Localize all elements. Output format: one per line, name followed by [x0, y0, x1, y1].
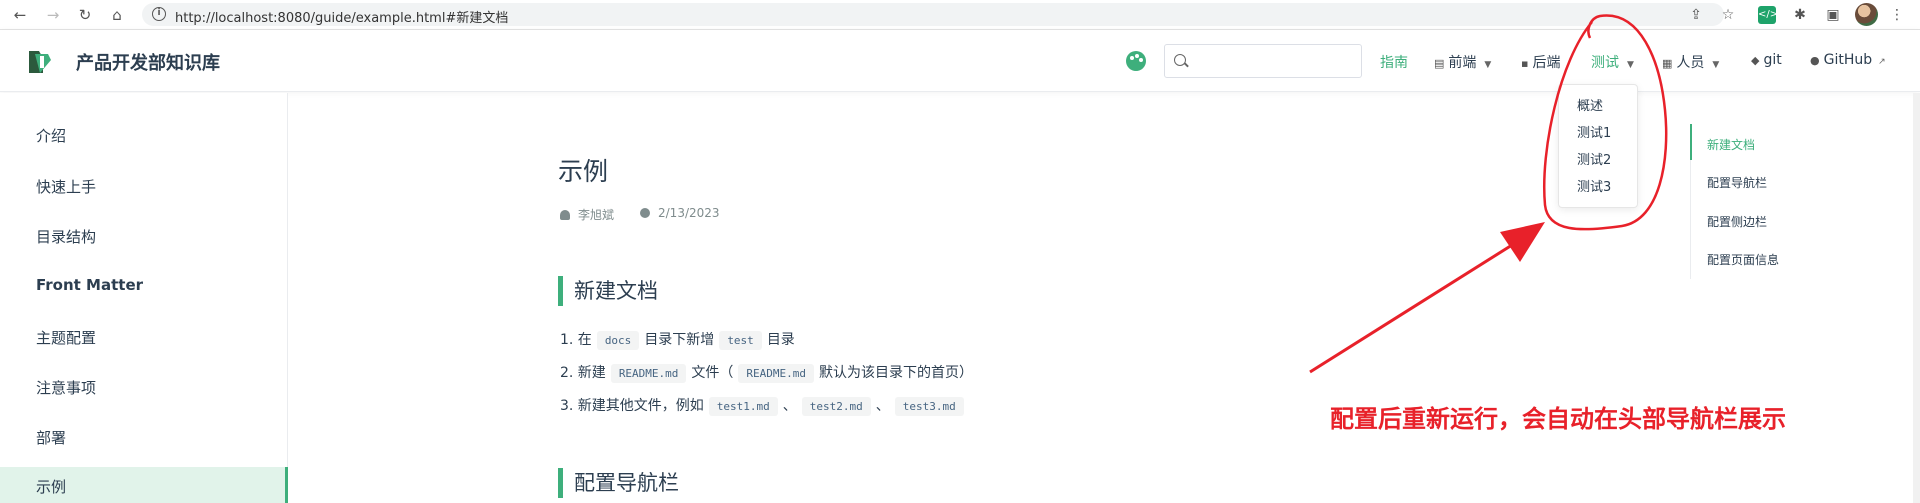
- nav-guide[interactable]: 指南: [1380, 52, 1408, 72]
- menu-kebab-icon[interactable]: ⋮: [1887, 5, 1907, 25]
- user-icon: [560, 210, 570, 220]
- toc-item-config-page-info[interactable]: 配置页面信息: [1707, 251, 1779, 268]
- inline-code: test1.md: [708, 397, 778, 416]
- nav-test[interactable]: 测试 ▼: [1591, 52, 1634, 72]
- sidebar-item-quickstart[interactable]: 快速上手: [36, 176, 96, 197]
- palette-icon[interactable]: [1126, 51, 1146, 71]
- toc-item-config-nav[interactable]: 配置导航栏: [1707, 174, 1767, 191]
- toc-item-config-sidebar[interactable]: 配置侧边栏: [1707, 213, 1767, 230]
- list-item: 3. 新建其他文件，例如 test1.md、 test2.md、 test3.md: [560, 395, 969, 416]
- inline-code: docs: [596, 331, 640, 350]
- nav-backend[interactable]: ▪ 后端: [1521, 52, 1560, 72]
- table-of-contents: 新建文档 配置导航栏 配置侧边栏 配置页面信息: [1690, 124, 1810, 279]
- caret-down-icon: ▼: [1627, 60, 1634, 70]
- external-link-icon: ↗: [1878, 57, 1886, 67]
- caret-down-icon: ▼: [1712, 60, 1720, 70]
- caret-down-icon: ▼: [1484, 60, 1492, 70]
- page-scrollbar[interactable]: [1913, 93, 1920, 503]
- grid-icon: ▦: [1662, 57, 1673, 70]
- dropdown-item-test1[interactable]: 测试1: [1577, 122, 1611, 141]
- sidebar-item-deploy[interactable]: 部署: [36, 427, 66, 448]
- code-icon: ▪: [1521, 57, 1529, 70]
- sidebar: 介绍 快速上手 目录结构 Front Matter 主题配置 注意事项 部署 示…: [0, 93, 288, 503]
- section-heading-config-nav: 配置导航栏: [558, 468, 679, 498]
- list-item: 2. 新建 README.md 文件（ README.md 默认为该目录下的首页）: [560, 364, 974, 383]
- sidebar-item-example[interactable]: 示例: [0, 467, 288, 503]
- inline-code: README.md: [738, 364, 815, 383]
- back-icon[interactable]: ←: [10, 5, 30, 25]
- home-icon[interactable]: ⌂: [107, 5, 127, 25]
- clock-icon: [640, 208, 650, 218]
- annotation-arrow-line: [1309, 238, 1521, 374]
- inline-code: README.md: [610, 364, 687, 383]
- author-meta: 李旭斌: [560, 206, 614, 223]
- nav-git[interactable]: ◆ git: [1751, 52, 1782, 68]
- sidebar-item-intro[interactable]: 介绍: [36, 125, 66, 146]
- search-input[interactable]: [1164, 44, 1362, 78]
- test-dropdown-menu: 概述 测试1 测试2 测试3: [1558, 84, 1638, 208]
- side-panel-icon[interactable]: ▣: [1823, 5, 1843, 25]
- dropdown-item-test2[interactable]: 测试2: [1577, 149, 1611, 168]
- forward-icon[interactable]: →: [43, 5, 63, 25]
- nav-people[interactable]: ▦ 人员 ▼: [1662, 52, 1719, 72]
- sidebar-item-structure[interactable]: 目录结构: [36, 226, 96, 247]
- toc-active-indicator: [1690, 124, 1692, 160]
- toc-item-new-doc[interactable]: 新建文档: [1707, 136, 1755, 153]
- reload-icon[interactable]: ↻: [75, 5, 95, 25]
- bookmark-star-icon[interactable]: ☆: [1718, 5, 1738, 25]
- annotation-arrow-head: [1500, 222, 1545, 262]
- share-icon[interactable]: ⇪: [1686, 5, 1706, 25]
- page-title: 示例: [558, 157, 609, 186]
- inline-code: test2.md: [801, 397, 871, 416]
- github-icon: ●: [1810, 54, 1820, 67]
- site-navbar: 产品开发部知识库 指南 ▤ 前端 ▼ ▪ 后端 测试 ▼ ▦ 人员 ▼ ◆ git ● GitH…: [0, 30, 1920, 92]
- dropdown-item-test3[interactable]: 测试3: [1577, 176, 1611, 195]
- browser-toolbar: ← → ↻ ⌂ i http://localhost:8080/guide/ex…: [0, 0, 1920, 30]
- site-info-icon[interactable]: i: [152, 7, 166, 21]
- list-item: 1. 在 docs 目录下新增 test 目录: [560, 331, 795, 350]
- profile-avatar[interactable]: [1855, 3, 1878, 26]
- nav-frontend[interactable]: ▤ 前端 ▼: [1434, 52, 1491, 72]
- sidebar-item-label: 示例: [36, 478, 67, 496]
- site-logo[interactable]: [26, 48, 54, 76]
- inline-code: test3.md: [894, 397, 964, 416]
- diamond-icon: ◆: [1751, 54, 1760, 67]
- dropdown-item-overview[interactable]: 概述: [1577, 95, 1603, 114]
- address-bar[interactable]: i http://localhost:8080/guide/example.ht…: [142, 3, 1724, 26]
- sidebar-item-front-matter[interactable]: Front Matter: [36, 276, 143, 294]
- address-url[interactable]: http://localhost:8080/guide/example.html…: [175, 7, 508, 26]
- annotation-text: 配置后重新运行，会自动在头部导航栏展示: [1330, 405, 1786, 433]
- nav-github[interactable]: ● GitHub ↗: [1810, 52, 1886, 68]
- section-heading-new-doc: 新建文档: [558, 276, 658, 306]
- sidebar-item-theme-config[interactable]: 主题配置: [36, 327, 96, 348]
- puzzle-icon[interactable]: ✱: [1790, 5, 1810, 25]
- document-icon: ▤: [1434, 57, 1445, 70]
- site-title[interactable]: 产品开发部知识库: [76, 49, 220, 75]
- inline-code: test: [719, 331, 762, 350]
- search-icon: [1174, 54, 1186, 66]
- date-meta: 2/13/2023: [640, 206, 720, 220]
- sidebar-item-notes[interactable]: 注意事项: [36, 377, 96, 398]
- extension-icon[interactable]: </>: [1758, 6, 1778, 24]
